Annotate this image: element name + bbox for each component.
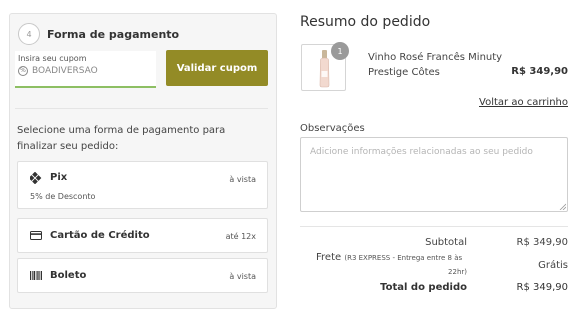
pix-icon: [30, 171, 42, 184]
payment-option-boleto[interactable]: Boleto à vista: [17, 258, 268, 293]
validate-coupon-button[interactable]: Validar cupom: [166, 50, 268, 86]
payment-panel: 4 Forma de pagamento Insira seu cupom % …: [9, 13, 277, 309]
order-total-value: R$ 349,90: [516, 282, 568, 293]
subtotal-label: Subtotal: [425, 237, 467, 248]
payment-option-pix[interactable]: Pix 5% de Desconto à vista: [17, 161, 268, 209]
coupon-label: Insira seu cupom: [18, 54, 87, 63]
coupon-field[interactable]: Insira seu cupom %: [15, 51, 156, 88]
product-name: Vinho Rosé Francês Minuty Prestige Côtes: [368, 52, 503, 78]
observations-label: Observações: [300, 123, 365, 134]
divider: [15, 108, 268, 109]
payment-instruction: Selecione uma forma de pagamento para fi…: [17, 125, 226, 152]
step-number-badge: 4: [18, 23, 40, 45]
payment-option-term: à vista: [229, 175, 256, 184]
payment-option-term: até 12x: [225, 232, 256, 241]
shipping-label-text: Frete: [316, 252, 342, 263]
subtotal-value: R$ 349,90: [516, 237, 568, 248]
payment-option-credit-card[interactable]: Cartão de Crédito até 12x: [17, 218, 268, 253]
quantity-badge: 1: [331, 42, 349, 60]
coupon-percent-icon: %: [18, 66, 28, 76]
product-price: R$ 349,90: [511, 66, 568, 77]
order-summary-title: Resumo do pedido: [300, 14, 431, 30]
payment-option-name: Boleto: [50, 270, 87, 281]
payment-step-header: 4 Forma de pagamento: [18, 23, 179, 45]
payment-option-name: Cartão de Crédito: [50, 230, 150, 241]
back-to-cart-link[interactable]: Voltar ao carrinho: [479, 97, 568, 108]
payment-title: Forma de pagamento: [47, 27, 180, 41]
payment-option-discount: 5% de Desconto: [30, 192, 96, 201]
payment-option-term: à vista: [229, 272, 256, 281]
shipping-note-continued: 22hr): [448, 268, 467, 276]
payment-option-name: Pix: [50, 172, 68, 183]
coupon-input[interactable]: [32, 66, 142, 76]
observations-textarea[interactable]: [300, 137, 568, 212]
shipping-label: Frete (R3 EXPRESS - Entrega entre 8 às: [316, 252, 462, 263]
shipping-note: (R3 EXPRESS - Entrega entre 8 às: [344, 254, 463, 262]
order-total-label: Total do pedido: [380, 282, 467, 293]
barcode-icon: [30, 271, 42, 281]
divider: [300, 226, 568, 227]
credit-card-icon: [30, 231, 42, 241]
shipping-value: Grátis: [538, 260, 568, 271]
resize-grip-icon[interactable]: [559, 203, 566, 210]
